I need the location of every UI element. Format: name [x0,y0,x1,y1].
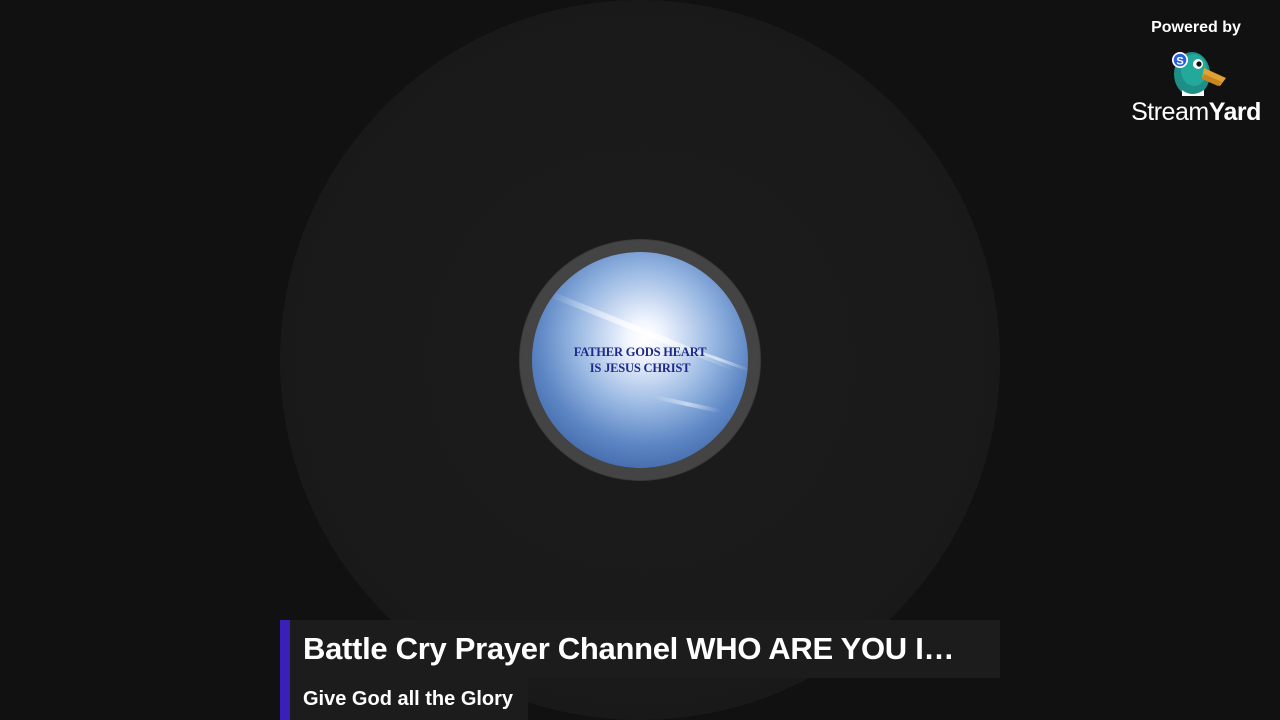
banner-subtitle: Give God all the Glory [303,688,514,710]
brand-light: Stream [1131,98,1209,126]
avatar-image: FATHER GODS HEART IS JESUS CHRIST [532,252,748,468]
participant-avatar: FATHER GODS HEART IS JESUS CHRIST [520,240,760,480]
stream-stage: FATHER GODS HEART IS JESUS CHRIST Powere… [0,0,1280,720]
banner-title: Battle Cry Prayer Channel WHO ARE YOU IN… [303,631,973,666]
svg-text:S: S [1176,56,1183,68]
avatar-caption: FATHER GODS HEART IS JESUS CHRIST [532,344,748,376]
powered-by-label: Powered by [1151,19,1241,36]
powered-by-badge: Powered by S StreamYard [1120,18,1272,126]
avatar-caption-line2: IS JESUS CHRIST [589,361,691,375]
streamyard-duck-icon: S [1172,52,1226,96]
banner-accent-bar [280,620,290,720]
brand-bold: Yard [1208,98,1262,126]
avatar-caption-line1: FATHER GODS HEART [573,345,707,359]
light-streak [652,394,722,414]
streamyard-wordmark: StreamYard [1120,98,1272,126]
